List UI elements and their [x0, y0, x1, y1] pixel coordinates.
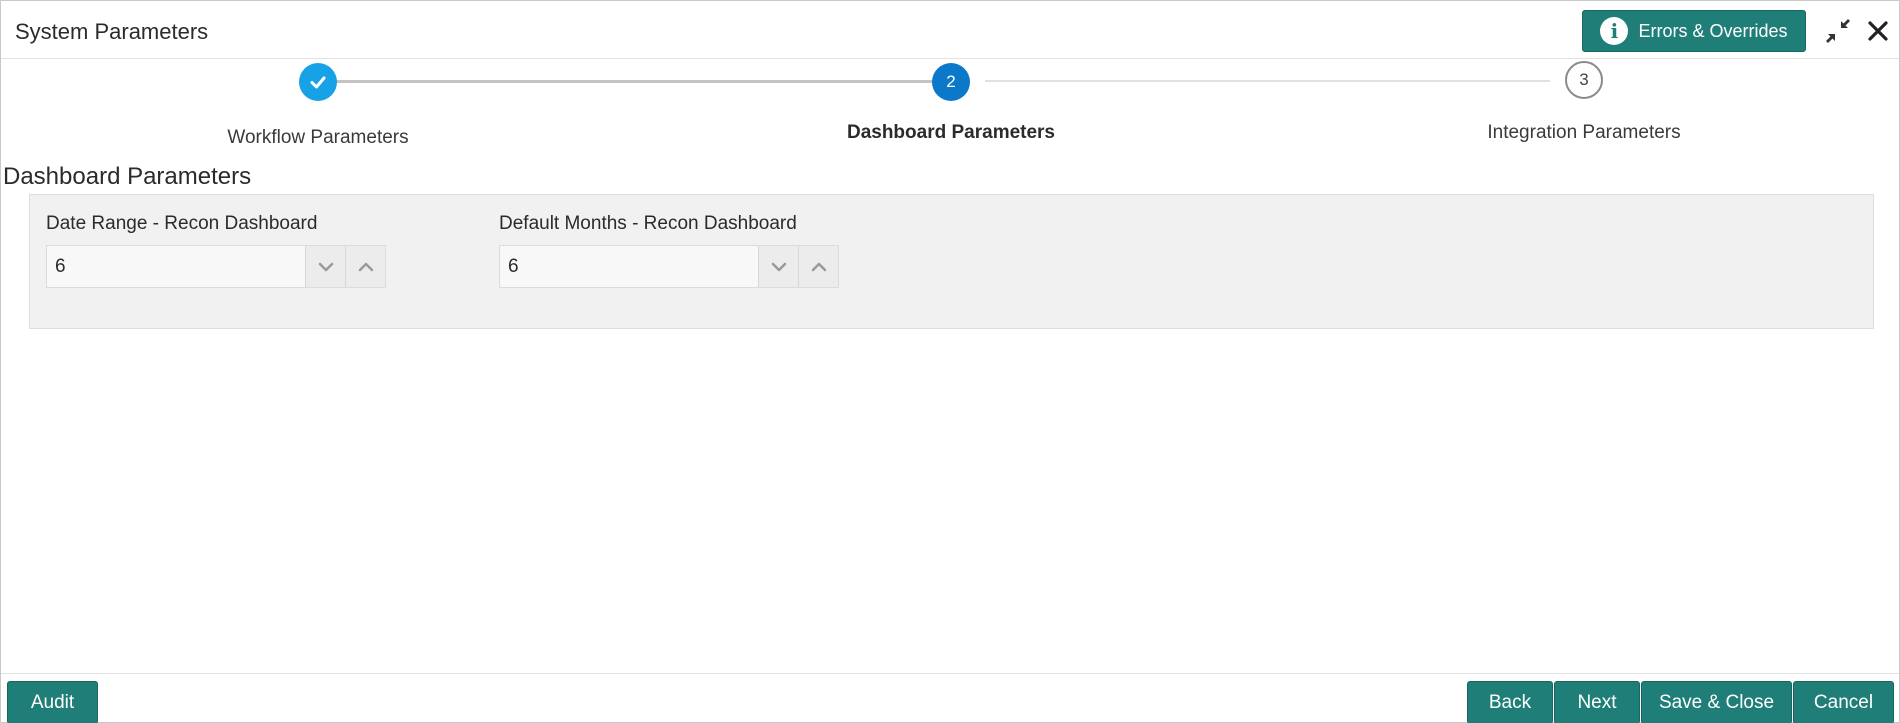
chevron-down-icon	[318, 262, 333, 271]
default-months-field: Default Months - Recon Dashboard 6	[499, 213, 839, 288]
window-title: System Parameters	[15, 19, 209, 44]
info-icon: i	[1600, 17, 1629, 45]
decrement-button[interactable]	[758, 246, 798, 287]
errors-overrides-button[interactable]: i Errors & Overrides	[1582, 10, 1806, 52]
decrement-button[interactable]	[305, 246, 345, 287]
default-months-stepper: 6	[499, 245, 839, 288]
increment-button[interactable]	[798, 246, 838, 287]
stepper-connector-pending	[985, 80, 1550, 82]
step-dashboard-marker[interactable]: 2	[932, 63, 970, 101]
window-header: System Parameters i Errors & Overrides	[1, 1, 1899, 59]
chevron-up-icon	[811, 262, 826, 271]
chevron-up-icon	[358, 262, 373, 271]
save-close-button[interactable]: Save & Close	[1641, 681, 1792, 723]
check-icon	[310, 76, 326, 89]
step-workflow-marker[interactable]	[299, 63, 337, 101]
default-months-label: Default Months - Recon Dashboard	[499, 213, 797, 234]
back-button[interactable]: Back	[1467, 681, 1553, 723]
date-range-stepper: 6	[46, 245, 386, 288]
next-button[interactable]: Next	[1554, 681, 1640, 723]
close-icon[interactable]	[1865, 18, 1891, 44]
step-dashboard-label[interactable]: Dashboard Parameters	[801, 122, 1101, 144]
date-range-field: Date Range - Recon Dashboard 6	[46, 213, 386, 288]
increment-button[interactable]	[345, 246, 385, 287]
stepper-connector-completed	[335, 80, 933, 83]
progress-stepper: Workflow Parameters 2 Dashboard Paramete…	[1, 59, 1899, 159]
step-workflow-label[interactable]: Workflow Parameters	[168, 127, 468, 149]
date-range-label: Date Range - Recon Dashboard	[46, 213, 318, 234]
system-parameters-window: System Parameters i Errors & Overrides W…	[0, 0, 1900, 723]
date-range-input[interactable]: 6	[47, 246, 305, 287]
step-integration-label[interactable]: Integration Parameters	[1434, 122, 1734, 144]
section-title: Dashboard Parameters	[3, 163, 252, 190]
minimize-icon[interactable]	[1825, 18, 1851, 44]
default-months-input[interactable]: 6	[500, 246, 758, 287]
audit-button[interactable]: Audit	[7, 681, 98, 723]
chevron-down-icon	[771, 262, 786, 271]
errors-overrides-label: Errors & Overrides	[1638, 20, 1788, 41]
step-integration-marker[interactable]: 3	[1565, 61, 1603, 99]
cancel-button[interactable]: Cancel	[1793, 681, 1894, 723]
